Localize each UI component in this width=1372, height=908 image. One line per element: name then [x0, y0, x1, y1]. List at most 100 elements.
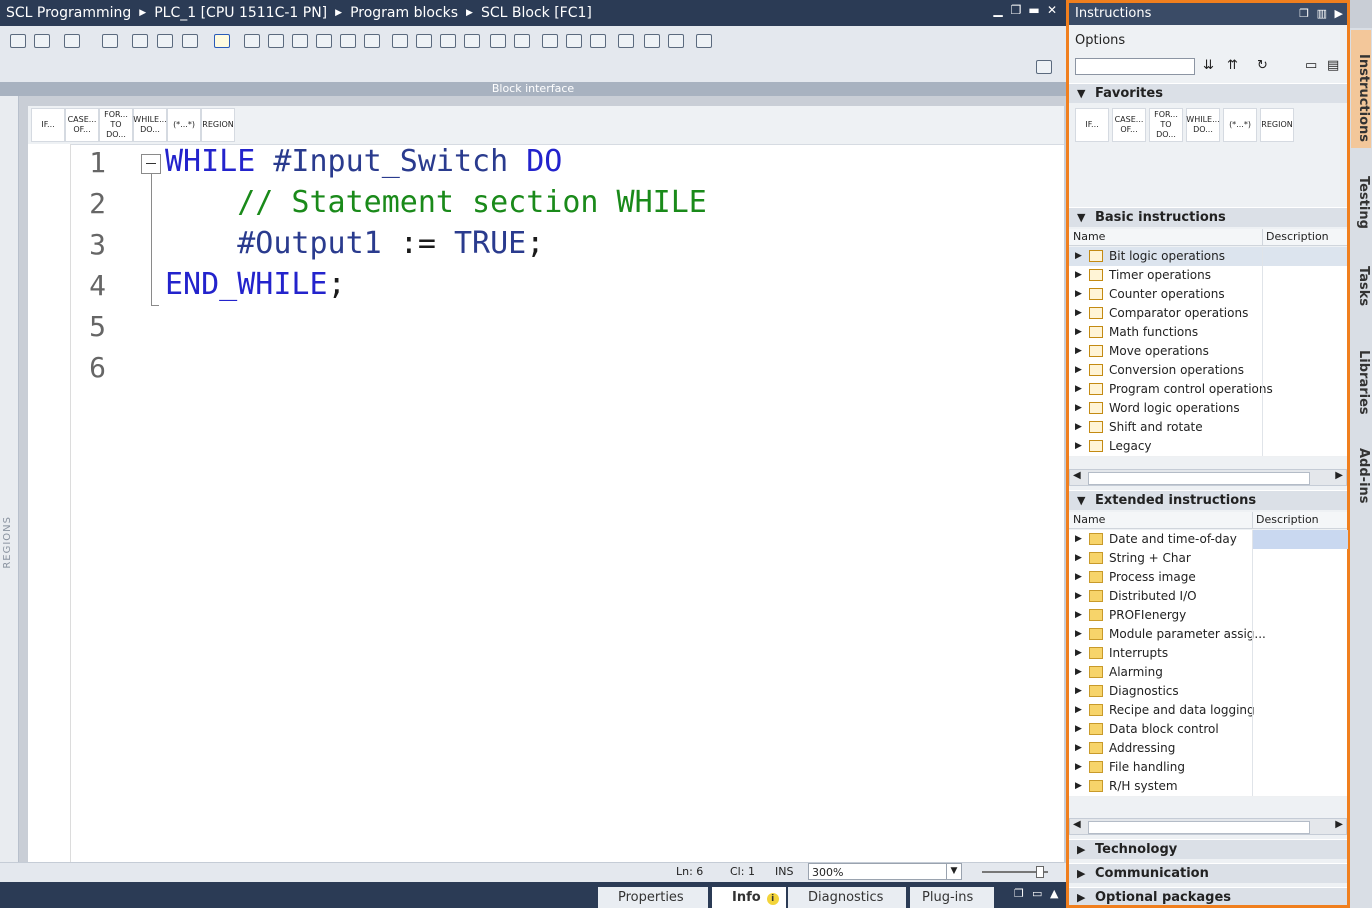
extended-item[interactable]: ▶ Process image	[1069, 568, 1347, 588]
toolbar-download-icon[interactable]	[180, 32, 198, 48]
expand-arrow-icon[interactable]: ▶	[1075, 304, 1082, 323]
extended-scrollbar[interactable]: ◀ ▶	[1069, 818, 1347, 835]
panel-fav-comment-button[interactable]: (*...*)	[1223, 108, 1257, 142]
extended-item[interactable]: ▶ Diagnostics	[1069, 682, 1347, 702]
expand-arrow-icon[interactable]: ▶	[1075, 758, 1082, 777]
fav-if-button[interactable]: IF...	[31, 108, 65, 142]
toolbar-bookmark-icon[interactable]	[314, 32, 332, 48]
scroll-left-icon[interactable]: ◀	[1073, 470, 1081, 481]
panel-fav-case-button[interactable]: CASE... OF...	[1112, 108, 1146, 142]
expand-arrow-icon[interactable]: ▶	[1075, 739, 1082, 758]
breadcrumb-project[interactable]: SCL Programming	[6, 5, 131, 21]
toolbar-list-bullet-icon[interactable]	[488, 32, 506, 48]
optional-packages-header[interactable]: ▶ Optional packages	[1069, 887, 1347, 905]
expand-arrow-icon[interactable]: ▶	[1075, 549, 1082, 568]
scroll-right-icon[interactable]: ▶	[1335, 819, 1343, 830]
expand-arrow-icon[interactable]: ▶	[1075, 530, 1082, 549]
toolbar-insert-network-icon[interactable]	[8, 32, 26, 48]
breadcrumb-plc[interactable]: PLC_1 [CPU 1511C-1 PN]	[154, 5, 327, 21]
basic-item[interactable]: ▶ Program control operations	[1069, 380, 1347, 400]
close-icon[interactable]: ✕	[1046, 4, 1058, 16]
expand-arrow-icon[interactable]: ▶	[1075, 777, 1082, 796]
toolbar-goto-icon[interactable]	[290, 32, 308, 48]
code-line[interactable]: WHILE #Input_Switch DO	[165, 144, 562, 179]
basic-item[interactable]: ▶ Move operations	[1069, 342, 1347, 362]
toolbar-breakpoint-icon[interactable]	[242, 32, 260, 48]
favorites-header[interactable]: ▼ Favorites	[1069, 83, 1347, 103]
view-icon[interactable]: ▭	[1305, 58, 1317, 73]
basic-item[interactable]: ▶ Conversion operations	[1069, 361, 1347, 381]
expand-arrow-icon[interactable]: ▶	[1075, 361, 1082, 380]
basic-item[interactable]: ▶ Math functions	[1069, 323, 1347, 343]
tab-properties[interactable]: Properties	[598, 887, 708, 908]
toolbar-align-icon[interactable]	[438, 32, 456, 48]
restore-icon[interactable]: ❐	[1299, 3, 1309, 25]
extended-item[interactable]: ▶ PROFIenergy	[1069, 606, 1347, 626]
fav-region-button[interactable]: REGION	[201, 108, 235, 142]
split-icon[interactable]: ▥	[1317, 3, 1327, 25]
restore-icon[interactable]: ❐	[1010, 4, 1022, 16]
basic-item[interactable]: ▶ Legacy	[1069, 437, 1347, 457]
basic-item[interactable]: ▶ Counter operations	[1069, 285, 1347, 305]
extended-item[interactable]: ▶ Addressing	[1069, 739, 1347, 759]
toolbar-layout-icon[interactable]	[1034, 58, 1052, 74]
block-interface-bar[interactable]: Block interface	[0, 82, 1066, 96]
expand-arrow-icon[interactable]: ▶	[1075, 342, 1082, 361]
collapse-up-icon[interactable]: ▲	[1050, 887, 1058, 900]
col-description[interactable]: Description	[1252, 512, 1319, 528]
toolbar-delete-network-icon[interactable]	[32, 32, 50, 48]
toolbar-collapse-icon[interactable]	[462, 32, 480, 48]
expand-arrow-icon[interactable]: ▶	[1075, 247, 1082, 266]
basic-item[interactable]: ▶ Shift and rotate	[1069, 418, 1347, 438]
maximize-icon[interactable]: ▭	[1032, 887, 1042, 900]
toolbar-comment-icon[interactable]	[338, 32, 356, 48]
basic-item[interactable]: ▶ Comparator operations	[1069, 304, 1347, 324]
panel-fav-if-button[interactable]: IF...	[1075, 108, 1109, 142]
expand-arrow-icon[interactable]: ▶	[1075, 418, 1082, 437]
extended-item[interactable]: ▶ Interrupts	[1069, 644, 1347, 664]
basic-instructions-header[interactable]: ▼ Basic instructions	[1069, 207, 1347, 227]
fav-for-button[interactable]: FOR... TO DO...	[99, 108, 133, 142]
fav-case-button[interactable]: CASE... OF...	[65, 108, 99, 142]
toolbar-indent-icon[interactable]	[390, 32, 408, 48]
col-description[interactable]: Description	[1262, 229, 1329, 245]
toolbar-outdent-icon[interactable]	[414, 32, 432, 48]
technology-header[interactable]: ▶ Technology	[1069, 839, 1347, 859]
toolbar-snapshot-load-icon[interactable]	[666, 32, 684, 48]
panel-fav-for-button[interactable]: FOR... TO DO...	[1149, 108, 1183, 142]
toolbar-list-icon[interactable]	[130, 32, 148, 48]
side-tab-tasks[interactable]: Tasks	[1351, 262, 1371, 310]
side-tab-testing[interactable]: Testing	[1351, 172, 1371, 233]
extended-item[interactable]: ▶ Module parameter assig...	[1069, 625, 1347, 645]
expand-arrow-icon[interactable]: ▶	[1075, 720, 1082, 739]
side-tab-addins[interactable]: Add-ins	[1351, 444, 1371, 508]
toolbar-remove-breakpoint-icon[interactable]	[266, 32, 284, 48]
expand-arrow-icon[interactable]: ▶	[1075, 606, 1082, 625]
collapse-right-icon[interactable]: ▶	[1335, 3, 1343, 25]
search-input[interactable]	[1075, 58, 1195, 75]
toolbar-database-icon[interactable]	[694, 32, 712, 48]
toolbar-snapshot-icon[interactable]	[642, 32, 660, 48]
fold-collapse-icon[interactable]	[141, 154, 161, 174]
scroll-left-icon[interactable]: ◀	[1073, 819, 1081, 830]
expand-arrow-icon[interactable]: ▶	[1075, 644, 1082, 663]
maximize-icon[interactable]: ▬	[1028, 4, 1040, 16]
expand-arrow-icon[interactable]: ▶	[1075, 682, 1082, 701]
expand-arrow-icon[interactable]: ▶	[1075, 568, 1082, 587]
extended-item[interactable]: ▶ File handling	[1069, 758, 1347, 778]
extended-item[interactable]: ▶ String + Char	[1069, 549, 1347, 569]
breadcrumb-program-blocks[interactable]: Program blocks	[350, 5, 458, 21]
basic-item[interactable]: ▶ Word logic operations	[1069, 399, 1347, 419]
scroll-thumb[interactable]	[1088, 472, 1310, 485]
expand-arrow-icon[interactable]: ▶	[1075, 701, 1082, 720]
expand-arrow-icon[interactable]: ▶	[1075, 323, 1082, 342]
expand-arrow-icon[interactable]: ▶	[1075, 399, 1082, 418]
toolbar-export-icon[interactable]	[62, 32, 80, 48]
tab-diagnostics[interactable]: Diagnostics	[788, 887, 906, 908]
side-tab-libraries[interactable]: Libraries	[1351, 346, 1371, 419]
search-down-icon[interactable]: ⇊	[1203, 58, 1214, 73]
expand-arrow-icon[interactable]: ▶	[1075, 587, 1082, 606]
code-line[interactable]: #Output1 := TRUE;	[165, 226, 544, 261]
zoom-slider-thumb[interactable]	[1036, 866, 1044, 878]
expand-arrow-icon[interactable]: ▶	[1075, 380, 1082, 399]
